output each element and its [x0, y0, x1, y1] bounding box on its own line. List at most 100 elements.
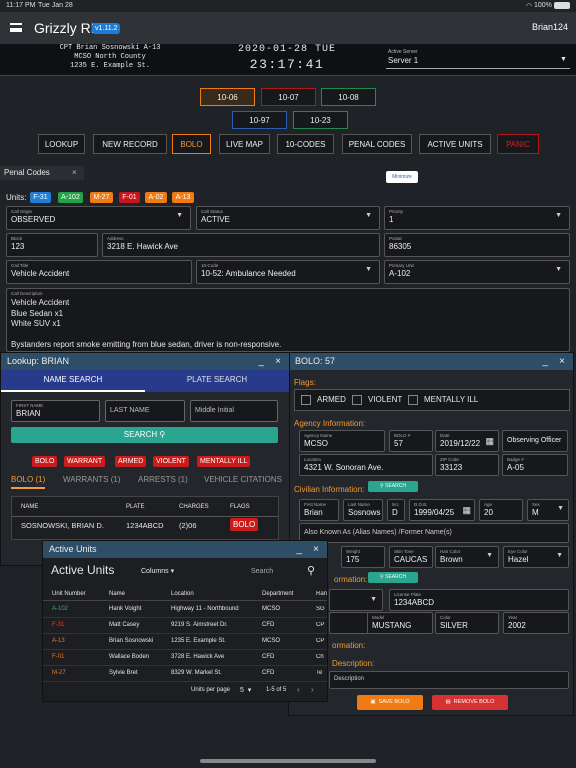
status-code-10-06[interactable]: 10-06	[200, 88, 255, 106]
status-code-10-97[interactable]: 10-97	[232, 111, 287, 129]
bolo-description-field[interactable]: Description	[329, 671, 569, 689]
nav-lookup-button[interactable]: LOOKUP	[38, 134, 85, 154]
bolo-title-bar[interactable]: BOLO: 57 _ ×	[289, 353, 573, 370]
tab-name-search[interactable]: NAME SEARCH	[1, 370, 145, 392]
civ-last-name-field[interactable]: Last Name Sosnows	[343, 499, 383, 521]
location-field[interactable]: Location 4321 W. Sonoran Ave.	[299, 454, 433, 476]
nav-bolo-button[interactable]: BOLO	[172, 134, 211, 154]
remove-bolo-button[interactable]: ▤ REMOVE BOLO	[432, 695, 508, 710]
close-icon[interactable]: ×	[559, 356, 565, 367]
zip-field[interactable]: ZIP Code 33123	[435, 454, 499, 476]
status-code-10-08[interactable]: 10-08	[321, 88, 376, 106]
unit-chip[interactable]: A-13	[172, 192, 194, 203]
status-code-10-23[interactable]: 10-23	[293, 111, 348, 129]
eye-color-select[interactable]: Eye Color Hazel ▼	[503, 546, 569, 568]
chevron-down-icon: ▼	[557, 505, 564, 512]
ten-code-select[interactable]: 10-Code 10-52: Ambulance Needed ▼	[196, 260, 380, 284]
close-icon[interactable]: ×	[313, 544, 319, 555]
lookup-title-bar[interactable]: Lookup: BRIAN _ ×	[1, 353, 289, 370]
civ-sex-select[interactable]: Sex M ▼	[527, 499, 569, 521]
unit-chip[interactable]: F-01	[119, 192, 140, 203]
server-select[interactable]: Server 1	[388, 56, 418, 65]
search-icon[interactable]: ⚲	[307, 564, 315, 577]
license-plate-field[interactable]: License Plate 1234ABCD	[389, 589, 569, 611]
chevron-right-icon[interactable]: ›	[311, 685, 314, 694]
chevron-down-icon[interactable]: ▼	[560, 56, 567, 63]
weight-field[interactable]: Weight 175	[341, 546, 385, 568]
table-row[interactable]: M-27 Sylvie Bret 8329 W. Markel St. CFD …	[43, 666, 327, 682]
call-origin-select[interactable]: Call Origin OBSERVED ▼	[6, 206, 191, 230]
armed-checkbox[interactable]	[301, 395, 311, 405]
chevron-left-icon[interactable]: ‹	[297, 685, 300, 694]
primary-unit-select[interactable]: Primary Unit A-102 ▼	[384, 260, 570, 284]
minimize-button[interactable]: Minimize	[386, 171, 418, 183]
calendar-icon[interactable]: ▦	[485, 436, 494, 447]
nav-new-record-button[interactable]: NEW RECORD	[93, 134, 167, 154]
middle-initial-input[interactable]: Middle Initial	[190, 400, 278, 422]
tab-plate-search[interactable]: PLATE SEARCH	[145, 370, 289, 392]
minimize-icon[interactable]: _	[296, 544, 302, 555]
nav-penal-codes-button[interactable]: PENAL CODES	[342, 134, 412, 154]
minimize-icon[interactable]: _	[258, 356, 264, 367]
postal-field[interactable]: Postal 86305	[384, 233, 570, 257]
search-input[interactable]: Search	[251, 568, 273, 575]
nav-live-map-button[interactable]: LIVE MAP	[219, 134, 270, 154]
nav-10-codes-button[interactable]: 10-CODES	[277, 134, 334, 154]
violent-checkbox[interactable]	[352, 395, 362, 405]
agency-name-field[interactable]: Agency Name MCSO	[299, 430, 385, 452]
hair-color-select[interactable]: Hair Color Brown ▼	[435, 546, 499, 568]
table-row[interactable]: F-31 Matt Casey 9219 S. Aimstreet Dr. CF…	[43, 618, 327, 634]
civ-first-name-field[interactable]: First Name Brian	[299, 499, 339, 521]
mentally-ill-checkbox[interactable]	[408, 395, 418, 405]
civ-dob-field[interactable]: D.O.B. 1999/04/25 ▦	[409, 499, 475, 521]
result-name[interactable]: SOSNOWSKI, BRIAN D.	[21, 521, 104, 530]
unit-chip[interactable]: A-02	[145, 192, 167, 203]
vehicle-search-button[interactable]: ⚲ SEARCH	[368, 572, 418, 583]
priority-select[interactable]: Priority 1 ▼	[384, 206, 570, 230]
save-bolo-button[interactable]: ▣ SAVE BOLO	[357, 695, 423, 710]
year-field[interactable]: Year 2002	[503, 612, 569, 634]
badge-field[interactable]: Badge # A-05	[502, 454, 568, 476]
unit-chip[interactable]: A-102	[58, 192, 83, 203]
table-row[interactable]: A-102 Hank Voight Highway 11 - Northboun…	[43, 602, 327, 618]
username[interactable]: Brian124	[532, 22, 568, 32]
calendar-icon[interactable]: ▦	[462, 505, 471, 516]
address-field[interactable]: Address 3218 E. Hawick Ave	[102, 233, 380, 257]
civ-age-field[interactable]: Age 20	[479, 499, 523, 521]
observing-officer-field[interactable]: Observing Officer	[502, 430, 568, 452]
result-tab-vehicle-citations[interactable]: VEHICLE CITATIONS (2	[204, 475, 282, 484]
unit-chip[interactable]: M-27	[90, 192, 113, 203]
civilian-search-button[interactable]: ⚲ SEARCH	[368, 481, 418, 492]
last-name-input[interactable]: LAST NAME	[105, 400, 185, 422]
columns-button[interactable]: Columns ▾	[141, 567, 174, 575]
call-status-select[interactable]: Call Status ACTIVE ▼	[196, 206, 380, 230]
table-row[interactable]: A-13 Brian Sosnowski 1235 E. Example St.…	[43, 634, 327, 650]
hamburger-menu-icon[interactable]	[10, 23, 22, 32]
active-units-title-bar[interactable]: Active Units _ ×	[43, 541, 327, 558]
table-row[interactable]: F-01 Wallace Boden 3728 E. Hawick Ave CF…	[43, 650, 327, 666]
model-field[interactable]: Model MUSTANG	[367, 612, 433, 634]
tab-close-icon[interactable]: ×	[72, 166, 77, 180]
first-name-input[interactable]: FIRST NAME BRIAN	[11, 400, 100, 422]
unit-chip[interactable]: F-31	[30, 192, 51, 203]
nav-active-units-button[interactable]: ACTIVE UNITS	[419, 134, 491, 154]
civ-mi-field[interactable]: M.I. D	[387, 499, 405, 521]
status-code-10-07[interactable]: 10-07	[261, 88, 316, 106]
lookup-search-button[interactable]: SEARCH ⚲	[11, 427, 278, 443]
alias-field[interactable]: Also Known As (Alias Names) /Former Name…	[299, 523, 569, 543]
bolo-date-field[interactable]: Date 2019/12/22 ▦	[435, 430, 499, 452]
color-field[interactable]: Color SILVER	[435, 612, 499, 634]
per-page-select[interactable]: 5 ▾	[240, 686, 251, 694]
skin-tone-field[interactable]: Skin Tone CAUCAS	[389, 546, 433, 568]
nav-panic-button[interactable]: PANIC	[497, 134, 539, 154]
result-tab-bolo[interactable]: BOLO (1)	[11, 475, 46, 489]
result-tab-arrests[interactable]: ARRESTS (1)	[138, 475, 188, 484]
result-tab-warrants[interactable]: WARRANTS (1)	[63, 475, 120, 484]
minimize-icon[interactable]: _	[542, 356, 548, 367]
close-icon[interactable]: ×	[275, 356, 281, 367]
unit-rank: Te	[316, 670, 323, 676]
block-field[interactable]: Block 123	[6, 233, 98, 257]
call-title-field[interactable]: Call Title Vehicle Accident	[6, 260, 192, 284]
vehicle-select[interactable]: ▼	[329, 589, 383, 611]
call-description-field[interactable]: Call Description Vehicle Accident Blue S…	[6, 288, 570, 352]
